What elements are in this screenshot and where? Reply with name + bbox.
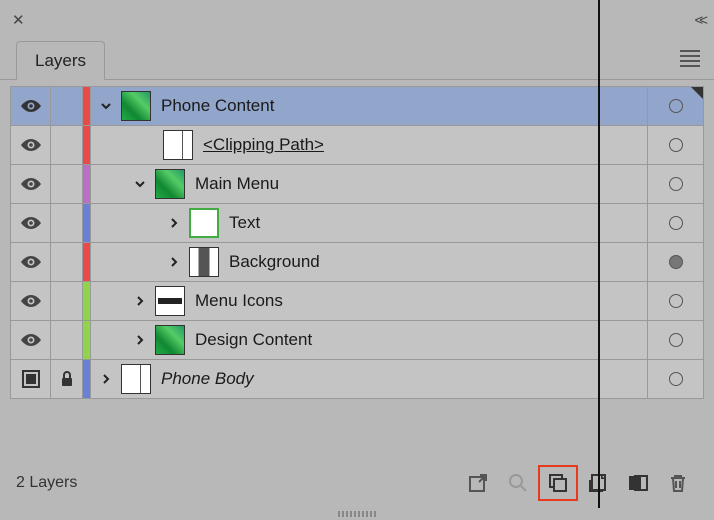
collapse-icon[interactable]: <<: [694, 12, 704, 29]
lock-toggle[interactable]: [51, 243, 83, 281]
visibility-toggle[interactable]: [11, 126, 51, 164]
eye-icon: [20, 176, 42, 192]
layer-color: [83, 87, 91, 125]
lock-toggle[interactable]: [51, 321, 83, 359]
layer-label: Background: [229, 252, 320, 272]
eye-icon: [20, 215, 42, 231]
eye-icon: [20, 254, 42, 270]
layer-thumbnail: [189, 247, 219, 277]
target-icon: [669, 372, 683, 386]
target-toggle[interactable]: [647, 243, 703, 281]
target-toggle[interactable]: [647, 360, 703, 398]
eye-icon: [20, 332, 42, 348]
target-icon: [669, 216, 683, 230]
target-toggle[interactable]: [647, 126, 703, 164]
lock-toggle[interactable]: [51, 282, 83, 320]
target-toggle[interactable]: [647, 204, 703, 242]
target-icon: [669, 294, 683, 308]
layer-color: [83, 204, 91, 242]
trash-icon[interactable]: [658, 465, 698, 501]
layer-thumbnail: [155, 169, 185, 199]
layers-list: Phone Content <Clipping Path>: [0, 80, 714, 458]
panel-header: ✕ <<: [0, 0, 714, 40]
target-icon: [669, 333, 683, 347]
search-icon[interactable]: [498, 465, 538, 501]
panel-footer: 2 Layers: [0, 458, 714, 508]
target-icon: [669, 177, 683, 191]
layer-color: [83, 360, 91, 398]
target-icon: [669, 255, 683, 269]
clip-mask-icon[interactable]: [618, 465, 658, 501]
layer-thumbnail: [155, 286, 185, 316]
layer-color: [83, 282, 91, 320]
eye-icon: [20, 293, 42, 309]
lock-toggle[interactable]: [51, 126, 83, 164]
layer-color: [83, 126, 91, 164]
layer-thumbnail: [121, 364, 151, 394]
lock-toggle[interactable]: [51, 360, 83, 398]
chevron-right-icon[interactable]: [129, 290, 151, 312]
layer-color: [83, 243, 91, 281]
target-icon: [669, 99, 683, 113]
tabs-bar: Layers: [0, 40, 714, 80]
chevron-right-icon[interactable]: [163, 212, 185, 234]
panel-menu-icon[interactable]: [676, 46, 704, 71]
layer-label: Text: [229, 213, 260, 233]
visibility-toggle[interactable]: [11, 321, 51, 359]
chevron-down-icon[interactable]: [95, 95, 117, 117]
layer-tree: Phone Content: [91, 87, 647, 125]
visibility-toggle[interactable]: [11, 165, 51, 203]
lock-toggle[interactable]: [51, 165, 83, 203]
layer-label: Phone Body: [161, 369, 254, 389]
layer-color: [83, 321, 91, 359]
selection-mark-icon: [691, 87, 703, 99]
vertical-guide-line: [598, 0, 600, 508]
visibility-toggle[interactable]: [11, 87, 51, 125]
target-toggle[interactable]: [647, 321, 703, 359]
target-icon: [669, 138, 683, 152]
chevron-right-icon[interactable]: [129, 329, 151, 351]
layer-thumbnail: [163, 130, 193, 160]
visibility-toggle[interactable]: [11, 360, 51, 398]
layers-panel: ✕ << Layers Phone Content: [0, 0, 714, 520]
export-icon[interactable]: [458, 465, 498, 501]
lock-toggle[interactable]: [51, 204, 83, 242]
tab-layers[interactable]: Layers: [16, 41, 105, 80]
layer-thumbnail: [121, 91, 151, 121]
template-icon: [22, 370, 40, 388]
layer-color: [83, 165, 91, 203]
layer-label: Design Content: [195, 330, 312, 350]
target-toggle[interactable]: [647, 87, 703, 125]
layer-label: <Clipping Path>: [203, 135, 324, 155]
layer-thumbnail: [155, 325, 185, 355]
layer-label: Phone Content: [161, 96, 274, 116]
close-icon[interactable]: ✕: [12, 11, 25, 29]
visibility-toggle[interactable]: [11, 204, 51, 242]
layer-label: Menu Icons: [195, 291, 283, 311]
new-sublayer-icon[interactable]: [538, 465, 578, 501]
layer-count-label: 2 Layers: [16, 474, 77, 492]
chevron-right-icon[interactable]: [95, 368, 117, 390]
target-toggle[interactable]: [647, 282, 703, 320]
visibility-toggle[interactable]: [11, 243, 51, 281]
chevron-down-icon[interactable]: [129, 173, 151, 195]
layer-thumbnail: [189, 208, 219, 238]
chevron-right-icon[interactable]: [163, 251, 185, 273]
eye-icon: [20, 98, 42, 114]
visibility-toggle[interactable]: [11, 282, 51, 320]
lock-icon: [60, 371, 74, 387]
target-toggle[interactable]: [647, 165, 703, 203]
lock-toggle[interactable]: [51, 87, 83, 125]
eye-icon: [20, 137, 42, 153]
resize-grip[interactable]: [0, 508, 714, 520]
layer-label: Main Menu: [195, 174, 279, 194]
